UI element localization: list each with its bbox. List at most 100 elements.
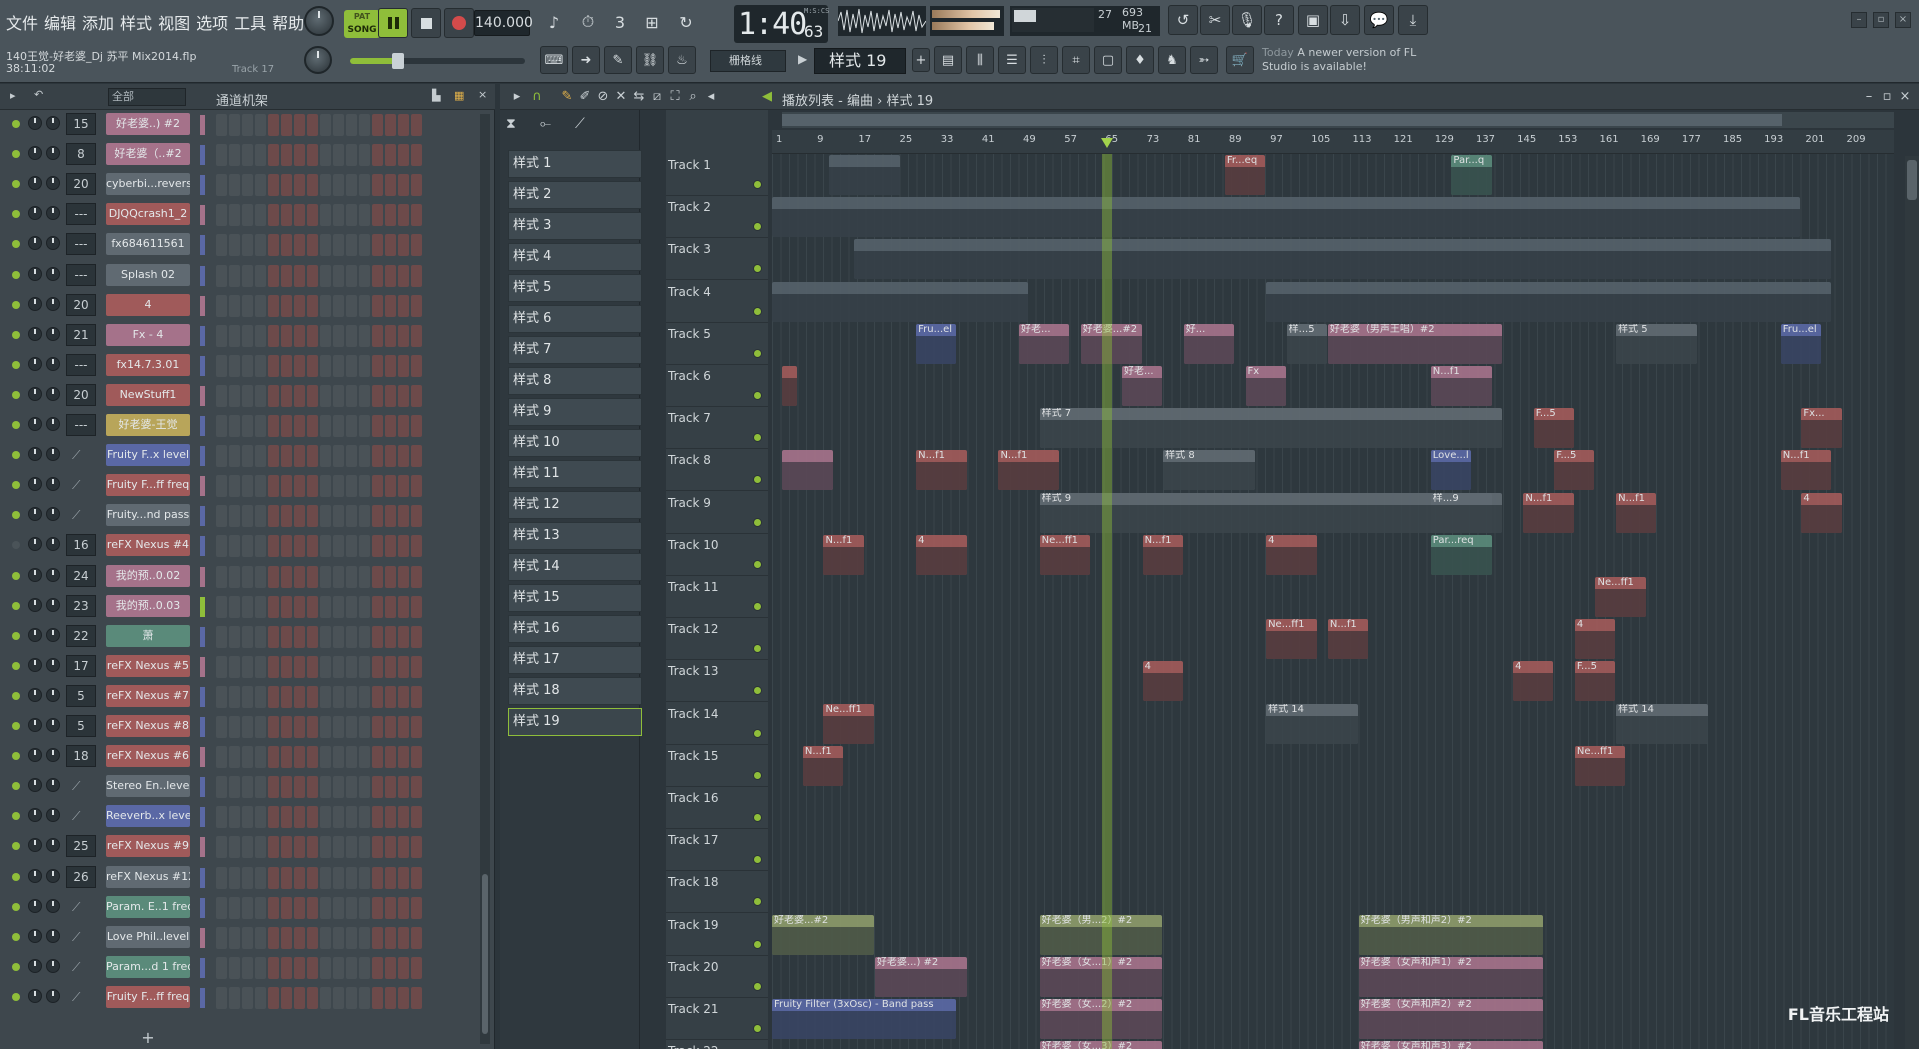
step-button[interactable] bbox=[346, 776, 357, 799]
channel-name-button[interactable]: Splash 02 bbox=[106, 263, 190, 286]
step-button[interactable] bbox=[359, 595, 370, 618]
step-button[interactable] bbox=[333, 896, 344, 919]
menu-tools[interactable]: 工具 bbox=[232, 8, 268, 36]
channel-name-button[interactable]: Reeverb..x level bbox=[106, 805, 190, 828]
draw-tool-icon[interactable]: ✎ bbox=[558, 88, 576, 106]
channel-mixer-track[interactable]: 5 bbox=[66, 715, 96, 737]
step-button[interactable] bbox=[294, 625, 305, 648]
playlist-clip[interactable]: N...f1 bbox=[916, 450, 967, 491]
step-button[interactable] bbox=[281, 926, 292, 949]
step-button[interactable] bbox=[333, 685, 344, 708]
step-button[interactable] bbox=[320, 565, 331, 588]
step-button[interactable] bbox=[372, 836, 383, 859]
playlist-clip[interactable]: 样式 14 bbox=[1266, 703, 1358, 744]
step-button[interactable] bbox=[242, 144, 253, 167]
step-button[interactable] bbox=[359, 806, 370, 829]
track-header[interactable]: Track 1 bbox=[666, 154, 768, 196]
playlist-clip[interactable]: Ne...ff1 bbox=[1039, 534, 1091, 575]
step-button[interactable] bbox=[385, 264, 396, 287]
step-button[interactable] bbox=[294, 144, 305, 167]
playlist-clip[interactable]: 好老婆（男声王唱）#2 bbox=[1327, 323, 1502, 364]
step-button[interactable] bbox=[294, 806, 305, 829]
audio-view-icon[interactable]: ⟜ bbox=[540, 116, 551, 140]
channel-volume-knob[interactable] bbox=[46, 898, 60, 913]
step-button[interactable] bbox=[411, 746, 422, 769]
pattern-item[interactable]: 样式 7 bbox=[508, 336, 642, 364]
step-button[interactable] bbox=[346, 535, 357, 558]
channel-row[interactable]: 21 Fx - 4 bbox=[0, 321, 480, 351]
step-button[interactable] bbox=[346, 114, 357, 136]
playlist-clip[interactable]: 4 bbox=[916, 534, 967, 575]
arrangement-grid[interactable]: Fr...eq Par...q Fru...el 好老... 好老婆...#2 好... 样… bbox=[772, 154, 1894, 1049]
channel-volume-knob[interactable] bbox=[46, 868, 60, 883]
step-button[interactable] bbox=[229, 986, 240, 1009]
step-button[interactable] bbox=[372, 625, 383, 648]
track-mute-led[interactable] bbox=[753, 602, 762, 611]
step-button[interactable] bbox=[242, 354, 253, 377]
step-button[interactable] bbox=[346, 806, 357, 829]
step-button[interactable] bbox=[268, 956, 279, 979]
step-button[interactable] bbox=[385, 384, 396, 407]
step-button[interactable] bbox=[281, 415, 292, 437]
channel-pan-knob[interactable] bbox=[28, 176, 42, 191]
step-button[interactable] bbox=[333, 716, 344, 738]
step-button[interactable] bbox=[242, 234, 253, 257]
menu-edit[interactable]: 编辑 bbox=[42, 8, 78, 36]
track-header[interactable]: Track 18 bbox=[666, 871, 768, 914]
download-icon[interactable]: ⤓ bbox=[1398, 5, 1428, 35]
pattern-item[interactable]: 样式 3 bbox=[508, 212, 642, 240]
step-button[interactable] bbox=[346, 685, 357, 708]
pattern-item[interactable]: 样式 8 bbox=[508, 367, 642, 395]
step-button[interactable] bbox=[307, 144, 318, 167]
step-button[interactable] bbox=[255, 294, 266, 317]
step-button[interactable] bbox=[320, 114, 331, 136]
step-button[interactable] bbox=[216, 866, 227, 889]
step-button[interactable] bbox=[359, 716, 370, 738]
step-button[interactable] bbox=[398, 746, 409, 769]
step-button[interactable] bbox=[372, 866, 383, 889]
step-button[interactable] bbox=[268, 445, 279, 468]
step-button[interactable] bbox=[242, 535, 253, 558]
step-button[interactable] bbox=[307, 415, 318, 437]
channel-row[interactable]: --- DJQQcrash1_2 bbox=[0, 200, 480, 230]
step-button[interactable] bbox=[242, 956, 253, 979]
channel-row[interactable]: 15 好老婆..) #2 bbox=[0, 110, 480, 140]
step-button[interactable] bbox=[242, 324, 253, 347]
channel-row[interactable]: 20 cyberbi...revers bbox=[0, 170, 480, 200]
channel-volume-knob[interactable] bbox=[46, 266, 60, 281]
step-button[interactable] bbox=[216, 144, 227, 167]
step-button[interactable] bbox=[372, 174, 383, 197]
playlist-clip[interactable]: 4 bbox=[1266, 534, 1317, 575]
channel-row[interactable]: ⟋ Love Phil..level bbox=[0, 923, 480, 953]
step-button[interactable] bbox=[398, 415, 409, 437]
step-button[interactable] bbox=[359, 234, 370, 257]
channel-mute-led[interactable] bbox=[12, 691, 20, 700]
channel-pan-knob[interactable] bbox=[28, 748, 42, 763]
delete-tool-icon[interactable]: ⊘ bbox=[594, 88, 612, 106]
playlist-minimize-icon[interactable]: – bbox=[1860, 88, 1878, 106]
chat-icon[interactable]: 💬 bbox=[1364, 5, 1394, 35]
step-button[interactable] bbox=[333, 806, 344, 829]
step-button[interactable] bbox=[294, 174, 305, 197]
step-button[interactable] bbox=[346, 836, 357, 859]
channel-select-indicator[interactable] bbox=[200, 897, 205, 918]
pattern-item[interactable]: 样式 19 bbox=[508, 708, 642, 736]
track-mute-led[interactable] bbox=[753, 264, 762, 274]
step-button[interactable] bbox=[372, 384, 383, 407]
step-button[interactable] bbox=[268, 415, 279, 437]
channel-mute-led[interactable] bbox=[12, 962, 20, 971]
step-button[interactable] bbox=[411, 384, 422, 407]
track-header[interactable]: Track 21 bbox=[666, 998, 768, 1040]
overview-scrollbar[interactable] bbox=[782, 112, 1894, 128]
channel-pan-knob[interactable] bbox=[28, 988, 42, 1003]
step-button[interactable] bbox=[216, 384, 227, 407]
step-button[interactable] bbox=[385, 204, 396, 227]
channel-mute-led[interactable] bbox=[12, 240, 20, 249]
channel-mute-led[interactable] bbox=[12, 752, 20, 761]
step-button[interactable] bbox=[411, 956, 422, 979]
channel-row[interactable]: 16 reFX Nexus #4 bbox=[0, 531, 480, 561]
step-button[interactable] bbox=[398, 956, 409, 979]
channel-pan-knob[interactable] bbox=[28, 657, 42, 672]
step-button[interactable] bbox=[411, 926, 422, 949]
step-button[interactable] bbox=[307, 625, 318, 648]
